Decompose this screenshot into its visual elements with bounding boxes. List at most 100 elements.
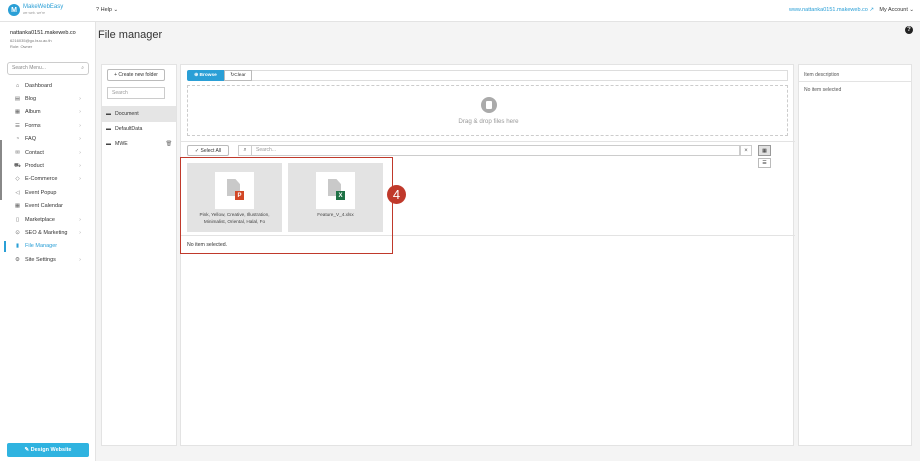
chevron-right-icon: › xyxy=(79,163,81,170)
annotation-step-badge: 4 xyxy=(387,185,406,204)
gear-icon: ⚙ xyxy=(15,256,20,263)
logo[interactable]: M MakeWebEasy we web. we're xyxy=(8,4,63,16)
sidebar-item-label: Event Calendar xyxy=(25,203,63,210)
file-manager-icon: ▮ xyxy=(15,243,20,250)
faq-icon: ◔ xyxy=(15,136,20,143)
sidebar-item-event-popup[interactable]: ◁ Event Popup xyxy=(0,186,95,199)
chevron-right-icon: › xyxy=(79,149,81,156)
sidebar-item-label: E-Commerce xyxy=(25,176,58,183)
divider xyxy=(181,141,795,142)
item-description-panel: Item description No item selected xyxy=(798,64,912,446)
logo-tagline: we web. we're xyxy=(23,11,46,15)
folder-icon: ▬ xyxy=(106,126,111,132)
grid-view-icon[interactable]: ▦ xyxy=(758,145,771,156)
sidebar-item-label: SEO & Marketing xyxy=(25,229,68,236)
browse-button[interactable]: ⊕ Browse xyxy=(187,70,224,81)
sidebar-item-album[interactable]: ▦ Album › xyxy=(0,106,95,119)
sidebar-item-label: Contact xyxy=(25,149,44,156)
sidebar-item-label: Marketplace xyxy=(25,216,55,223)
sidebar-item-faq[interactable]: ◔ FAQ › xyxy=(0,133,95,146)
sidebar-item-contact[interactable]: ✉ Contact › xyxy=(0,146,95,159)
contact-icon: ✉ xyxy=(15,149,20,156)
folder-item-mwe[interactable]: ▬ MWE 🗑 xyxy=(102,136,176,152)
folder-icon: ▬ xyxy=(106,111,111,117)
sidebar-item-blog[interactable]: ▤ Blog › xyxy=(0,92,95,105)
site-url-link[interactable]: www.nattanka0151.makeweb.co ↗ xyxy=(789,7,874,13)
help-label: Help xyxy=(100,7,112,13)
description-empty: No item selected xyxy=(804,87,842,93)
chevron-right-icon: › xyxy=(79,216,81,223)
sidebar-item-label: Site Settings xyxy=(25,256,56,263)
sidebar-item-label: Product xyxy=(25,163,44,170)
sidebar-item-forms[interactable]: ☰ Forms › xyxy=(0,119,95,132)
user-email: 6216035@go.buu.ac.th xyxy=(10,38,52,43)
trash-icon[interactable]: 🗑 xyxy=(165,141,172,147)
seo-icon: ⊙ xyxy=(15,229,20,236)
description-title: Item description xyxy=(804,72,840,78)
sidebar-item-seo-marketing[interactable]: ⊙ SEO & Marketing › xyxy=(0,226,95,239)
chevron-right-icon: › xyxy=(79,96,81,103)
logo-mark: M xyxy=(8,4,20,16)
chevron-right-icon: › xyxy=(79,229,81,236)
sidebar-item-product[interactable]: ⛟ Product › xyxy=(0,159,95,172)
sidebar-menu: ⌂ Dashboard ▤ Blog › ▦ Album › ☰ Forms › ◔ FAQ › ✉ Cont… xyxy=(0,79,95,266)
chevron-right-icon: › xyxy=(79,256,81,263)
clear-search-button[interactable]: × xyxy=(740,145,752,156)
sidebar-item-dashboard[interactable]: ⌂ Dashboard xyxy=(0,79,95,92)
create-folder-button[interactable]: + Create new folder xyxy=(107,69,165,81)
folder-panel: + Create new folder Search ▬ Document ▬ … xyxy=(101,64,177,446)
blog-icon: ▤ xyxy=(14,96,21,103)
sidebar-item-marketplace[interactable]: ▯ Marketplace › xyxy=(0,213,95,226)
sidebar-item-file-manager[interactable]: ▮ File Manager xyxy=(0,240,95,253)
file-search-input[interactable]: Search... xyxy=(252,145,740,156)
sidebar-item-label: Event Popup xyxy=(25,189,57,196)
folder-icon: ▬ xyxy=(106,141,111,147)
help-circle-icon[interactable]: ? xyxy=(905,26,913,34)
file-panel: ⊕ Browse ↻ Clear Drag & drop files here … xyxy=(180,64,795,446)
help-menu[interactable]: ? Help ⌄ xyxy=(96,7,118,13)
sidebar: nattanka0151.makeweb.co 6216035@go.buu.a… xyxy=(0,22,96,461)
search-icon: ⌕ xyxy=(238,145,252,156)
window-edge xyxy=(0,140,2,200)
album-icon: ▦ xyxy=(14,109,21,116)
chevron-right-icon: › xyxy=(79,136,81,143)
folder-item-document[interactable]: ▬ Document xyxy=(102,106,176,122)
chevron-right-icon: › xyxy=(79,109,81,116)
chevron-right-icon: › xyxy=(79,122,81,129)
external-link-icon: ↗ xyxy=(869,7,874,13)
search-icon: ⌕ xyxy=(81,65,84,71)
dropzone[interactable]: Drag & drop files here xyxy=(187,85,788,136)
sidebar-item-label: Dashboard xyxy=(25,82,52,89)
select-all-button[interactable]: ✓ Select All xyxy=(187,145,229,156)
sidebar-item-label: Album xyxy=(25,109,41,116)
calendar-icon: ▦ xyxy=(14,203,21,210)
page-title: File manager xyxy=(98,29,163,41)
top-bar: M MakeWebEasy we web. we're ? Help ⌄ www… xyxy=(0,0,920,22)
forms-icon: ☰ xyxy=(15,122,20,129)
file-icon xyxy=(481,97,497,113)
sidebar-item-label: FAQ xyxy=(25,136,37,143)
my-account-menu[interactable]: My Account ⌄ xyxy=(879,7,914,13)
design-website-button[interactable]: ✎ Design Website xyxy=(7,443,89,457)
sidebar-item-e-commerce[interactable]: ◇ E-Commerce › xyxy=(0,173,95,186)
drop-text: Drag & drop files here xyxy=(458,118,519,125)
search-menu-input[interactable]: Search Menu... ⌕ xyxy=(7,62,89,75)
home-icon: ⌂ xyxy=(15,82,20,89)
sidebar-item-event-calendar[interactable]: ▦ Event Calendar xyxy=(0,200,95,213)
chevron-down-icon: ⌄ xyxy=(909,7,914,13)
list-view-icon[interactable]: ☰ xyxy=(758,158,771,168)
folder-search-input[interactable]: Search xyxy=(107,87,165,99)
sidebar-item-label: Forms xyxy=(25,122,41,129)
tag-icon: ◇ xyxy=(15,176,20,183)
upload-path-field[interactable] xyxy=(252,70,788,81)
marketplace-icon: ▯ xyxy=(15,216,20,223)
sidebar-item-site-settings[interactable]: ⚙ Site Settings › xyxy=(0,253,95,266)
chevron-right-icon: › xyxy=(79,176,81,183)
folder-item-defaultdata[interactable]: ▬ DefaultData xyxy=(102,121,176,137)
clear-button[interactable]: ↻ Clear xyxy=(224,70,252,81)
help-icon: ? xyxy=(96,7,100,13)
annotation-highlight-box xyxy=(180,157,393,254)
divider xyxy=(799,81,911,82)
cart-icon: ⛟ xyxy=(14,162,21,169)
user-role: Role: Owner xyxy=(10,44,33,49)
